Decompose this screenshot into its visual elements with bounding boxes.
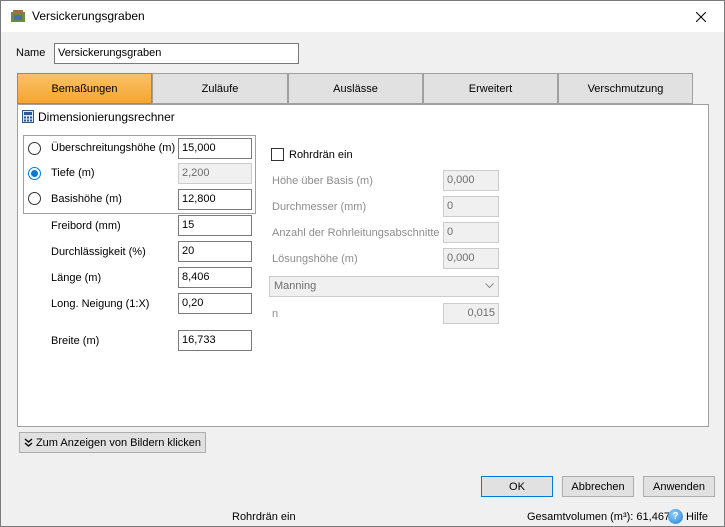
status-left: Rohrdrän ein: [232, 511, 296, 523]
anzahl-input: 0: [443, 222, 499, 243]
neigung-label: Long. Neigung (1:X): [51, 298, 150, 310]
basishoehe-label: Basishöhe (m): [51, 193, 122, 205]
laenge-input[interactable]: 8,406: [178, 267, 252, 288]
tab-zulaeufe[interactable]: Zuläufe: [152, 73, 288, 104]
radio-basishoehe[interactable]: [28, 192, 41, 205]
anzahl-label: Anzahl der Rohrleitungsabschnitte: [272, 227, 440, 239]
n-label: n: [272, 308, 279, 320]
name-input[interactable]: Versickerungsgraben: [54, 43, 299, 64]
radio-ueberschreitungshoehe[interactable]: [28, 142, 41, 155]
tab-erweitert[interactable]: Erweitert: [423, 73, 558, 104]
ueberschreitungshoehe-input[interactable]: 15,000: [178, 138, 252, 159]
durchlaessigkeit-label: Durchlässigkeit (%): [51, 246, 146, 258]
breite-output[interactable]: 16,733: [178, 330, 252, 351]
durchmesser-label: Durchmesser (mm): [272, 201, 367, 213]
close-button[interactable]: [678, 1, 724, 32]
breite-label: Breite (m): [51, 335, 100, 347]
name-label: Name: [16, 47, 46, 59]
durchmesser-input: 0: [443, 196, 499, 217]
method-select: Manning: [269, 276, 499, 297]
tab-label: Verschmutzung: [587, 82, 664, 95]
double-chevron-down-icon: [24, 438, 33, 447]
n-input: 0,015: [443, 303, 499, 324]
freibord-input[interactable]: 15: [178, 215, 252, 236]
title-bar: Versickerungsgraben: [1, 1, 724, 32]
tiefe-input: 2,200: [178, 163, 252, 184]
show-images-button[interactable]: Zum Anzeigen von Bildern klicken: [19, 432, 206, 453]
app-icon: [11, 10, 25, 22]
apply-label: Anwenden: [653, 480, 705, 493]
apply-button[interactable]: Anwenden: [643, 476, 715, 497]
calculator-title: Dimensionierungsrechner: [38, 110, 175, 124]
tab-label: Erweitert: [468, 82, 513, 95]
hoehe-ueber-basis-label: Höhe über Basis (m): [272, 175, 373, 187]
radio-tiefe[interactable]: [28, 167, 41, 180]
neigung-input[interactable]: 0,20: [178, 293, 252, 314]
rohrdraen-checkbox-label: Rohrdrän ein: [289, 149, 353, 161]
loesungshoehe-input: 0,000: [443, 248, 499, 269]
ok-label: OK: [509, 480, 525, 493]
loesungshoehe-label: Lösungshöhe (m): [272, 253, 358, 265]
tab-verschmutzung[interactable]: Verschmutzung: [558, 73, 693, 104]
ueberschreitungshoehe-label: Überschreitungshöhe (m): [51, 142, 176, 154]
help-link[interactable]: Hilfe: [686, 511, 708, 523]
cancel-label: Abbrechen: [571, 480, 625, 493]
total-volume: Gesamtvolumen (m³): 61,467: [527, 511, 671, 523]
basishoehe-input[interactable]: 12,800: [178, 189, 252, 210]
durchlaessigkeit-input[interactable]: 20: [178, 241, 252, 262]
method-select-value: Manning: [274, 280, 317, 292]
chevron-down-icon: [485, 283, 494, 289]
rohrdraen-checkbox[interactable]: [271, 148, 284, 161]
tab-label: Bemaßungen: [51, 82, 118, 95]
tiefe-label: Tiefe (m): [51, 167, 95, 179]
laenge-label: Länge (m): [51, 272, 102, 284]
tab-bemassungen[interactable]: Bemaßungen: [17, 73, 152, 104]
help-icon[interactable]: ?: [668, 509, 683, 524]
hoehe-ueber-basis-input: 0,000: [443, 170, 499, 191]
tab-label: Zuläufe: [201, 82, 239, 95]
close-icon: [696, 11, 706, 22]
cancel-button[interactable]: Abbrechen: [562, 476, 634, 497]
ok-button[interactable]: OK: [481, 476, 553, 497]
tab-label: Auslässe: [333, 82, 378, 95]
freibord-label: Freibord (mm): [51, 220, 121, 232]
tab-auslaesse[interactable]: Auslässe: [288, 73, 423, 104]
calculator-icon: [22, 110, 34, 123]
window-title: Versickerungsgraben: [32, 9, 145, 23]
show-images-label: Zum Anzeigen von Bildern klicken: [35, 436, 202, 449]
dialog-window: Versickerungsgraben Name Versickerungsgr…: [0, 0, 725, 527]
